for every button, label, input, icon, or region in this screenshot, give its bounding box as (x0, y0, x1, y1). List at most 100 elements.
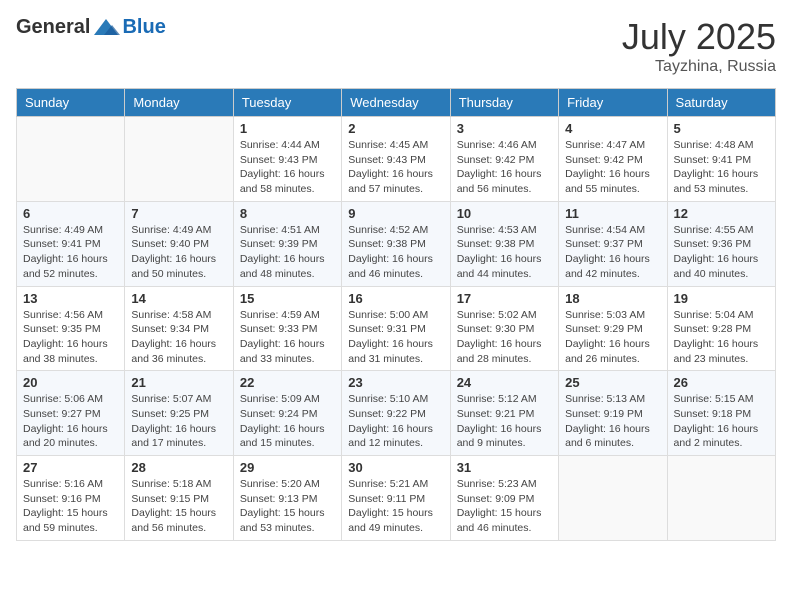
calendar-cell: 7 Sunrise: 4:49 AMSunset: 9:40 PMDaylight… (125, 201, 233, 286)
day-number: 9 (348, 206, 443, 221)
logo-general-text: General (16, 16, 90, 39)
day-number: 7 (131, 206, 226, 221)
calendar-cell: 16 Sunrise: 5:00 AMSunset: 9:31 PMDayligh… (342, 286, 450, 371)
day-number: 29 (240, 460, 335, 475)
day-info: Sunrise: 5:18 AMSunset: 9:15 PMDaylight:… (131, 477, 226, 536)
day-info: Sunrise: 4:58 AMSunset: 9:34 PMDaylight:… (131, 308, 226, 367)
day-number: 14 (131, 291, 226, 306)
day-number: 17 (457, 291, 552, 306)
weekday-header-cell: Monday (125, 89, 233, 117)
calendar-cell: 2 Sunrise: 4:45 AMSunset: 9:43 PMDaylight… (342, 117, 450, 202)
calendar-cell: 6 Sunrise: 4:49 AMSunset: 9:41 PMDaylight… (17, 201, 125, 286)
day-info: Sunrise: 5:23 AMSunset: 9:09 PMDaylight:… (457, 477, 552, 536)
calendar-cell: 12 Sunrise: 4:55 AMSunset: 9:36 PMDayligh… (667, 201, 775, 286)
weekday-header-cell: Tuesday (233, 89, 341, 117)
day-info: Sunrise: 5:06 AMSunset: 9:27 PMDaylight:… (23, 392, 118, 451)
calendar-cell: 19 Sunrise: 5:04 AMSunset: 9:28 PMDayligh… (667, 286, 775, 371)
day-number: 18 (565, 291, 660, 306)
calendar-cell: 26 Sunrise: 5:15 AMSunset: 9:18 PMDayligh… (667, 371, 775, 456)
day-info: Sunrise: 4:48 AMSunset: 9:41 PMDaylight:… (674, 138, 769, 197)
calendar-cell: 3 Sunrise: 4:46 AMSunset: 9:42 PMDaylight… (450, 117, 558, 202)
day-number: 22 (240, 375, 335, 390)
calendar-cell: 8Sunrise: 4:51 AMSunset: 9:39 PMDaylight… (233, 201, 341, 286)
day-number: 6 (23, 206, 118, 221)
day-info: Sunrise: 5:04 AMSunset: 9:28 PMDaylight:… (674, 308, 769, 367)
calendar-cell: 1Sunrise: 4:44 AMSunset: 9:43 PMDaylight… (233, 117, 341, 202)
day-info: Sunrise: 5:07 AMSunset: 9:25 PMDaylight:… (131, 392, 226, 451)
day-number: 31 (457, 460, 552, 475)
day-info: Sunrise: 4:46 AMSunset: 9:42 PMDaylight:… (457, 138, 552, 197)
day-number: 25 (565, 375, 660, 390)
day-number: 12 (674, 206, 769, 221)
day-info: Sunrise: 4:52 AMSunset: 9:38 PMDaylight:… (348, 223, 443, 282)
day-info: Sunrise: 4:47 AMSunset: 9:42 PMDaylight:… (565, 138, 660, 197)
location-title: Tayzhina, Russia (622, 58, 776, 76)
day-info: Sunrise: 4:49 AMSunset: 9:40 PMDaylight:… (131, 223, 226, 282)
day-info: Sunrise: 4:53 AMSunset: 9:38 PMDaylight:… (457, 223, 552, 282)
calendar-cell (17, 117, 125, 202)
day-number: 24 (457, 375, 552, 390)
day-info: Sunrise: 5:00 AMSunset: 9:31 PMDaylight:… (348, 308, 443, 367)
day-info: Sunrise: 4:49 AMSunset: 9:41 PMDaylight:… (23, 223, 118, 282)
day-number: 3 (457, 121, 552, 136)
calendar-week-row: 6 Sunrise: 4:49 AMSunset: 9:41 PMDaylight… (17, 201, 776, 286)
page-header: General Blue July 2025 Tayzhina, Russia (16, 16, 776, 76)
calendar-cell: 24 Sunrise: 5:12 AMSunset: 9:21 PMDayligh… (450, 371, 558, 456)
month-title: July 2025 (622, 16, 776, 58)
calendar-week-row: 1Sunrise: 4:44 AMSunset: 9:43 PMDaylight… (17, 117, 776, 202)
calendar-cell: 10Sunrise: 4:53 AMSunset: 9:38 PMDayligh… (450, 201, 558, 286)
calendar-week-row: 20 Sunrise: 5:06 AMSunset: 9:27 PMDayligh… (17, 371, 776, 456)
day-number: 20 (23, 375, 118, 390)
weekday-header-row: SundayMondayTuesdayWednesdayThursdayFrid… (17, 89, 776, 117)
weekday-header-cell: Thursday (450, 89, 558, 117)
day-number: 5 (674, 121, 769, 136)
day-number: 19 (674, 291, 769, 306)
day-number: 11 (565, 206, 660, 221)
day-info: Sunrise: 5:12 AMSunset: 9:21 PMDaylight:… (457, 392, 552, 451)
calendar-cell: 21 Sunrise: 5:07 AMSunset: 9:25 PMDayligh… (125, 371, 233, 456)
day-number: 16 (348, 291, 443, 306)
weekday-header-cell: Saturday (667, 89, 775, 117)
calendar-week-row: 27Sunrise: 5:16 AMSunset: 9:16 PMDayligh… (17, 456, 776, 541)
day-info: Sunrise: 4:45 AMSunset: 9:43 PMDaylight:… (348, 138, 443, 197)
day-number: 23 (348, 375, 443, 390)
logo-icon (92, 17, 120, 39)
calendar-cell: 9 Sunrise: 4:52 AMSunset: 9:38 PMDaylight… (342, 201, 450, 286)
day-info: Sunrise: 4:55 AMSunset: 9:36 PMDaylight:… (674, 223, 769, 282)
calendar-cell: 23Sunrise: 5:10 AMSunset: 9:22 PMDayligh… (342, 371, 450, 456)
calendar-cell: 4 Sunrise: 4:47 AMSunset: 9:42 PMDaylight… (559, 117, 667, 202)
day-number: 8 (240, 206, 335, 221)
weekday-header-cell: Wednesday (342, 89, 450, 117)
day-info: Sunrise: 5:21 AMSunset: 9:11 PMDaylight:… (348, 477, 443, 536)
day-info: Sunrise: 4:59 AMSunset: 9:33 PMDaylight:… (240, 308, 335, 367)
calendar-cell (125, 117, 233, 202)
calendar-cell: 27Sunrise: 5:16 AMSunset: 9:16 PMDayligh… (17, 456, 125, 541)
calendar-body: 1Sunrise: 4:44 AMSunset: 9:43 PMDaylight… (17, 117, 776, 541)
day-info: Sunrise: 4:56 AMSunset: 9:35 PMDaylight:… (23, 308, 118, 367)
day-number: 13 (23, 291, 118, 306)
day-info: Sunrise: 5:02 AMSunset: 9:30 PMDaylight:… (457, 308, 552, 367)
calendar-cell: 15Sunrise: 4:59 AMSunset: 9:33 PMDayligh… (233, 286, 341, 371)
day-number: 21 (131, 375, 226, 390)
calendar-cell: 22 Sunrise: 5:09 AMSunset: 9:24 PMDayligh… (233, 371, 341, 456)
calendar-cell: 13 Sunrise: 4:56 AMSunset: 9:35 PMDayligh… (17, 286, 125, 371)
calendar-cell: 30Sunrise: 5:21 AMSunset: 9:11 PMDayligh… (342, 456, 450, 541)
day-info: Sunrise: 5:15 AMSunset: 9:18 PMDaylight:… (674, 392, 769, 451)
day-number: 4 (565, 121, 660, 136)
weekday-header-cell: Sunday (17, 89, 125, 117)
day-number: 27 (23, 460, 118, 475)
calendar-cell: 28Sunrise: 5:18 AMSunset: 9:15 PMDayligh… (125, 456, 233, 541)
calendar-cell (667, 456, 775, 541)
calendar-week-row: 13 Sunrise: 4:56 AMSunset: 9:35 PMDayligh… (17, 286, 776, 371)
calendar-table: SundayMondayTuesdayWednesdayThursdayFrid… (16, 88, 776, 541)
day-number: 2 (348, 121, 443, 136)
day-info: Sunrise: 4:54 AMSunset: 9:37 PMDaylight:… (565, 223, 660, 282)
logo-blue-text: Blue (122, 16, 165, 39)
day-info: Sunrise: 5:09 AMSunset: 9:24 PMDaylight:… (240, 392, 335, 451)
day-info: Sunrise: 5:13 AMSunset: 9:19 PMDaylight:… (565, 392, 660, 451)
calendar-cell (559, 456, 667, 541)
title-block: July 2025 Tayzhina, Russia (622, 16, 776, 76)
calendar-cell: 17 Sunrise: 5:02 AMSunset: 9:30 PMDayligh… (450, 286, 558, 371)
calendar-cell: 20 Sunrise: 5:06 AMSunset: 9:27 PMDayligh… (17, 371, 125, 456)
day-number: 26 (674, 375, 769, 390)
